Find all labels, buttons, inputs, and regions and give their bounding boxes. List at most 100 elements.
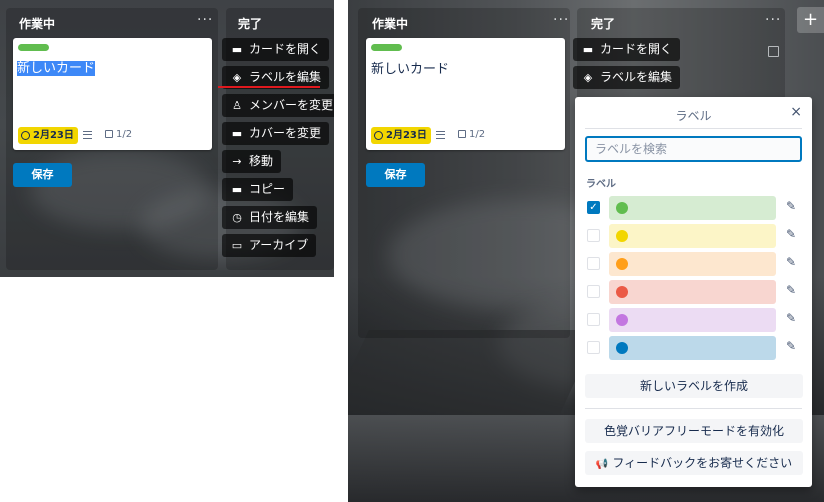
label-row-orange: ✎ (575, 252, 812, 276)
clock-icon (21, 131, 30, 140)
quick-action-label: カードを開く (249, 42, 322, 56)
label-checkbox[interactable] (587, 285, 600, 298)
card-editor[interactable]: 新しいカード 2月23日 1/2 (13, 38, 212, 150)
quick-action-label: カバーを変更 (249, 126, 322, 140)
pencil-icon[interactable]: ✎ (786, 199, 796, 213)
pencil-icon[interactable]: ✎ (786, 283, 796, 297)
clock-icon: ◷ (232, 211, 242, 224)
checklist-count: 1/2 (469, 129, 486, 140)
label-chip[interactable] (609, 280, 776, 304)
save-button[interactable]: 保存 (366, 163, 425, 187)
feedback-label: フィードバックをお寄せください (612, 456, 793, 470)
label-chip[interactable] (609, 224, 776, 248)
quick-action-label: 移動 (249, 154, 274, 168)
quick-open-card-button[interactable]: ▬ カードを開く (573, 38, 681, 61)
pencil-icon[interactable]: ✎ (786, 339, 796, 353)
divider (585, 128, 802, 129)
save-button[interactable]: 保存 (13, 163, 72, 187)
due-date-badge[interactable]: 2月23日 (18, 127, 78, 144)
left-board-panel: 作業中 ··· 完了 新しいカード 2月23日 1/2 保存 ▬ カードを開く ◈… (0, 0, 334, 277)
colorblind-mode-button[interactable]: 色覚バリアフリーモードを有効化 (585, 419, 803, 443)
card-title-input[interactable]: 新しいカード (371, 58, 449, 77)
label-checkbox[interactable] (587, 257, 600, 270)
archive-icon: ▭ (231, 239, 243, 252)
card-label-green[interactable] (371, 44, 402, 51)
quick-archive-button[interactable]: ▭ アーカイブ (222, 234, 317, 257)
divider (585, 408, 802, 409)
label-row-blue: ✎ (575, 336, 812, 360)
close-icon[interactable]: × (790, 104, 802, 120)
checklist-icon (458, 130, 466, 138)
arrow-right-icon: → (232, 155, 242, 168)
card-template-icon[interactable] (768, 46, 779, 57)
label-color-dot (616, 258, 628, 270)
add-list-button[interactable]: + (797, 7, 824, 33)
feedback-button[interactable]: 📢 フィードバックをお寄せください (585, 451, 803, 475)
card-label-green[interactable] (18, 44, 49, 51)
highlight-underline (218, 86, 320, 88)
checklist-badge: 1/2 (105, 129, 132, 140)
list-menu-icon[interactable]: ··· (197, 12, 213, 28)
due-date-badge[interactable]: 2月23日 (371, 127, 431, 144)
label-chip[interactable] (609, 336, 776, 360)
copy-icon: ▬ (231, 183, 243, 196)
list-menu-icon[interactable]: ··· (553, 12, 569, 28)
quick-action-label: ラベルを編集 (600, 70, 673, 84)
checklist-icon (105, 130, 113, 138)
label-color-dot (616, 230, 628, 242)
quick-open-card-button[interactable]: ▬ カードを開く (222, 38, 330, 61)
label-checkbox[interactable] (587, 229, 600, 242)
label-color-dot (616, 286, 628, 298)
label-checkbox[interactable] (587, 341, 600, 354)
quick-action-label: アーカイブ (249, 238, 309, 252)
label-chip[interactable] (609, 196, 776, 220)
list-title-doing[interactable]: 作業中 (19, 15, 55, 32)
clock-icon (374, 131, 383, 140)
quick-change-cover-button[interactable]: ▬ カバーを変更 (222, 122, 330, 145)
quick-action-label: ラベルを編集 (249, 70, 322, 84)
description-icon (436, 131, 445, 139)
checklist-count: 1/2 (116, 129, 133, 140)
card-editor[interactable]: 新しいカード 2月23日 1/2 (366, 38, 565, 150)
list-title-doing[interactable]: 作業中 (372, 15, 408, 32)
card-icon: ▬ (231, 43, 243, 56)
description-icon (83, 131, 92, 139)
label-row-yellow: ✎ (575, 224, 812, 248)
label-search-input[interactable]: ラベルを検索 (585, 136, 802, 162)
quick-edit-dates-button[interactable]: ◷ 日付を編集 (222, 206, 318, 229)
quick-action-label: 日付を編集 (249, 210, 310, 224)
labels-section-heading: ラベル (586, 179, 616, 190)
quick-action-label: メンバーを変更 (249, 98, 334, 112)
label-color-dot (616, 314, 628, 326)
card-title-selected: 新しいカード (17, 61, 96, 76)
quick-move-button[interactable]: → 移動 (222, 150, 282, 173)
due-date-text: 2月23日 (386, 130, 427, 141)
label-chip[interactable] (609, 252, 776, 276)
label-row-green: ✓ ✎ (575, 196, 812, 220)
card-title-input[interactable]: 新しいカード (17, 57, 96, 76)
megaphone-icon: 📢 (595, 459, 609, 470)
list-title-done[interactable]: 完了 (591, 15, 615, 32)
label-chip[interactable] (609, 308, 776, 332)
list-title-done[interactable]: 完了 (238, 15, 262, 32)
label-row-purple: ✎ (575, 308, 812, 332)
pencil-icon[interactable]: ✎ (786, 227, 796, 241)
quick-change-members-button[interactable]: ♙ メンバーを変更 (222, 94, 334, 117)
popover-title: ラベル (675, 109, 712, 123)
quick-action-label: コピー (249, 182, 286, 196)
label-color-dot (616, 202, 628, 214)
label-checkbox[interactable]: ✓ (587, 201, 600, 214)
quick-edit-labels-button[interactable]: ◈ ラベルを編集 (573, 66, 681, 89)
due-date-text: 2月23日 (33, 130, 74, 141)
label-color-dot (616, 342, 628, 354)
label-checkbox[interactable] (587, 313, 600, 326)
checklist-badge: 1/2 (458, 129, 485, 140)
quick-action-label: カードを開く (600, 42, 673, 56)
description-badge (436, 130, 445, 141)
create-label-button[interactable]: 新しいラベルを作成 (585, 374, 803, 398)
pencil-icon[interactable]: ✎ (786, 311, 796, 325)
pencil-icon[interactable]: ✎ (786, 255, 796, 269)
background-mountain (348, 330, 599, 420)
list-menu-icon[interactable]: ··· (765, 12, 781, 28)
quick-copy-button[interactable]: ▬ コピー (222, 178, 294, 201)
